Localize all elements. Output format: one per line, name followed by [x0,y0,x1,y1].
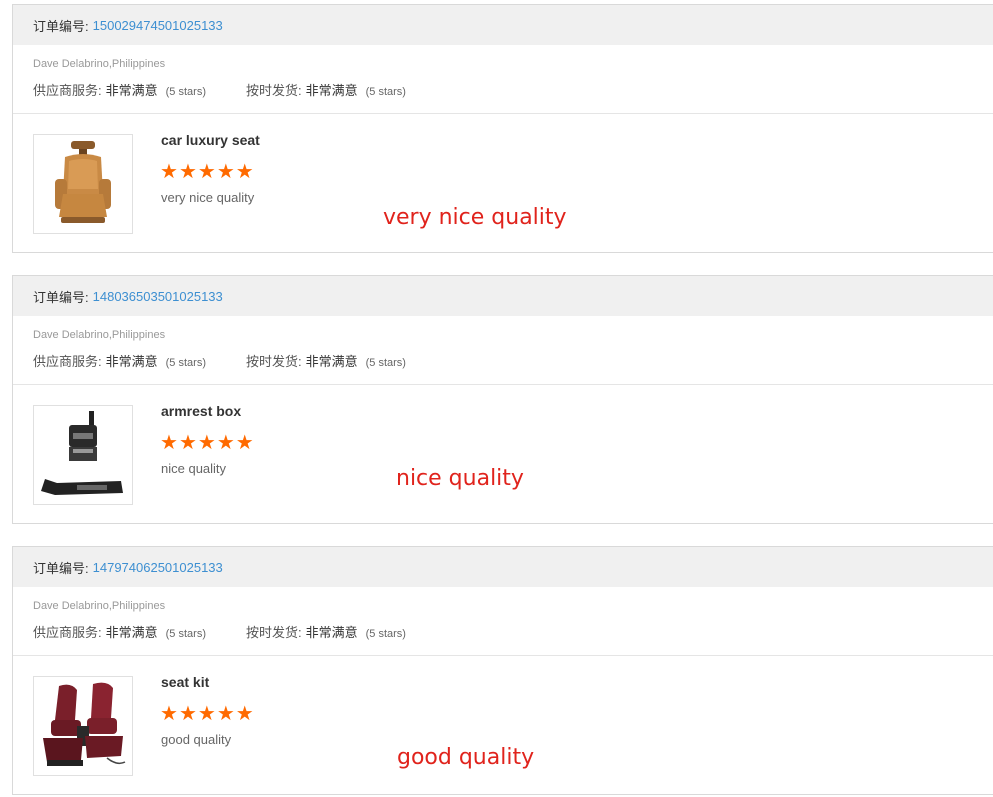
order-number-label: 订单编号: [33,18,89,34]
order-header: 订单编号: 147974062501025133 [13,547,993,587]
on-time-delivery-value: 非常满意 [305,83,358,98]
on-time-delivery-value: 非常满意 [305,625,358,640]
star-icon: ★ [235,432,254,454]
star-icon: ★ [197,432,216,454]
star-icon: ★ [178,703,197,725]
star-icon: ★ [216,432,235,454]
armrest-box-icon [41,411,123,495]
review-annotation: good quality [397,745,535,770]
order-header: 订单编号: 150029474501025133 [13,5,993,45]
supplier-service-value: 非常满意 [105,354,158,369]
buyer-name: Dave Delabrino,Philippines [33,58,166,70]
supplier-service-label: 供应商服务: [33,625,102,640]
car-seat-icon [55,141,111,223]
review-text: very nice quality [161,190,255,205]
review-text: nice quality [161,461,227,476]
supplier-service-label: 供应商服务: [33,354,102,369]
review-annotation: very nice quality [383,205,567,230]
supplier-service-stars: (5 stars) [165,357,206,369]
on-time-delivery-label: 按时发货: [245,83,302,98]
ratings-row: 供应商服务: 非常满意 (5 stars) 按时发货: 非常满意 (5 star… [33,351,406,370]
ratings-row: 供应商服务: 非常满意 (5 stars) 按时发货: 非常满意 (5 star… [33,622,406,641]
product-rating-stars: ★ ★ ★ ★ ★ [160,433,254,453]
divider [13,655,993,656]
star-icon: ★ [216,161,235,183]
star-icon: ★ [197,161,216,183]
star-icon: ★ [160,432,178,454]
buyer-name: Dave Delabrino,Philippines [33,600,166,612]
supplier-service-rating: 供应商服务: 非常满意 (5 stars) [33,80,206,99]
order-header: 订单编号: 148036503501025133 [13,276,993,316]
product-rating-stars: ★ ★ ★ ★ ★ [160,704,254,724]
seat-kit-icon [43,682,126,766]
on-time-delivery-rating: 按时发货: 非常满意 (5 stars) [246,351,406,370]
ratings-row: 供应商服务: 非常满意 (5 stars) 按时发货: 非常满意 (5 star… [33,80,406,99]
review-text: good quality [161,732,232,747]
star-icon: ★ [197,703,216,725]
order-number-link[interactable]: 148036503501025133 [93,289,223,304]
buyer-name: Dave Delabrino,Philippines [33,329,166,341]
product-name[interactable]: car luxury seat [161,132,260,148]
supplier-service-value: 非常满意 [105,625,158,640]
product-rating-stars: ★ ★ ★ ★ ★ [160,162,254,182]
star-icon: ★ [160,161,178,183]
star-icon: ★ [178,161,197,183]
on-time-delivery-rating: 按时发货: 非常满意 (5 stars) [246,622,406,641]
star-icon: ★ [235,161,254,183]
supplier-service-rating: 供应商服务: 非常满意 (5 stars) [33,351,206,370]
product-name[interactable]: seat kit [161,674,209,690]
product-thumbnail[interactable] [33,676,133,776]
product-thumbnail[interactable] [33,134,133,234]
divider [13,384,993,385]
supplier-service-rating: 供应商服务: 非常满意 (5 stars) [33,622,206,641]
review-annotation: nice quality [396,466,524,491]
order-number-link[interactable]: 150029474501025133 [93,18,223,33]
on-time-delivery-stars: (5 stars) [365,357,406,369]
on-time-delivery-rating: 按时发货: 非常满意 (5 stars) [246,80,406,99]
on-time-delivery-label: 按时发货: [245,625,302,640]
on-time-delivery-stars: (5 stars) [365,86,406,98]
supplier-service-stars: (5 stars) [165,86,206,98]
star-icon: ★ [235,703,254,725]
star-icon: ★ [178,432,197,454]
product-thumbnail[interactable] [33,405,133,505]
star-icon: ★ [216,703,235,725]
order-number-link[interactable]: 147974062501025133 [93,560,223,575]
divider [13,113,993,114]
supplier-service-label: 供应商服务: [33,83,102,98]
on-time-delivery-label: 按时发货: [245,354,302,369]
on-time-delivery-value: 非常满意 [305,354,358,369]
supplier-service-stars: (5 stars) [165,628,206,640]
supplier-service-value: 非常满意 [105,83,158,98]
order-number-label: 订单编号: [33,560,89,576]
star-icon: ★ [160,703,178,725]
on-time-delivery-stars: (5 stars) [365,628,406,640]
product-name[interactable]: armrest box [161,403,241,419]
order-number-label: 订单编号: [33,289,89,305]
